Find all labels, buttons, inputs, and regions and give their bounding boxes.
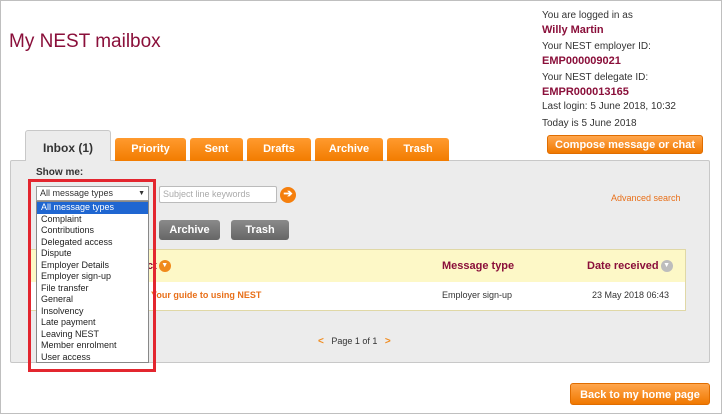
logged-in-label: You are logged in as — [542, 10, 633, 21]
pager-prev[interactable]: < — [318, 336, 324, 347]
tab-drafts[interactable]: Drafts — [247, 138, 311, 161]
row-date: 23 May 2018 06:43 — [592, 290, 670, 300]
trash-button[interactable]: Trash — [231, 220, 289, 240]
account-info: You are logged in as Willy Martin Your N… — [542, 9, 676, 131]
highlight-box — [28, 179, 156, 372]
row-subject-link[interactable]: Your guide to using NEST — [151, 290, 261, 300]
home-button[interactable]: Back to my home page — [570, 383, 710, 405]
sort-icon[interactable]: ▼ — [660, 260, 673, 273]
tab-sent[interactable]: Sent — [190, 138, 243, 161]
keyword-input[interactable]: Subject line keywords — [159, 186, 277, 203]
show-me-label: Show me: — [36, 167, 84, 178]
last-login: Last login: 5 June 2018, 10:32 — [542, 101, 676, 112]
advanced-search-link[interactable]: Advanced search — [611, 193, 681, 203]
tab-priority[interactable]: Priority — [115, 138, 186, 161]
today-date: Today is 5 June 2018 — [542, 118, 637, 129]
tab-trash[interactable]: Trash — [387, 138, 449, 161]
delegate-id-label: Your NEST delegate ID: — [542, 72, 649, 83]
page-title: My NEST mailbox — [9, 31, 161, 52]
sort-icon[interactable]: ▼ — [158, 260, 171, 273]
type-header: Message type — [442, 260, 515, 272]
user-name: Willy Martin — [542, 24, 604, 36]
pager-next[interactable]: > — [385, 336, 391, 347]
archive-button[interactable]: Archive — [159, 220, 220, 240]
pager-text: Page 1 of 1 — [331, 336, 378, 346]
date-header[interactable]: Date received ▼ — [587, 260, 673, 273]
date-header-label: Date received — [587, 260, 659, 272]
arrow-right-icon[interactable]: ➔ — [280, 187, 296, 203]
tab-archive[interactable]: Archive — [315, 138, 383, 161]
employer-id-label: Your NEST employer ID: — [542, 41, 651, 52]
compose-button[interactable]: Compose message or chat — [547, 135, 703, 154]
employer-id: EMP000009021 — [542, 55, 621, 67]
row-message-type: Employer sign-up — [442, 290, 513, 300]
pagination: < Page 1 of 1 > — [318, 336, 391, 347]
tab-inbox[interactable]: Inbox (1) — [25, 130, 111, 161]
delegate-id: EMPR000013165 — [542, 86, 629, 98]
